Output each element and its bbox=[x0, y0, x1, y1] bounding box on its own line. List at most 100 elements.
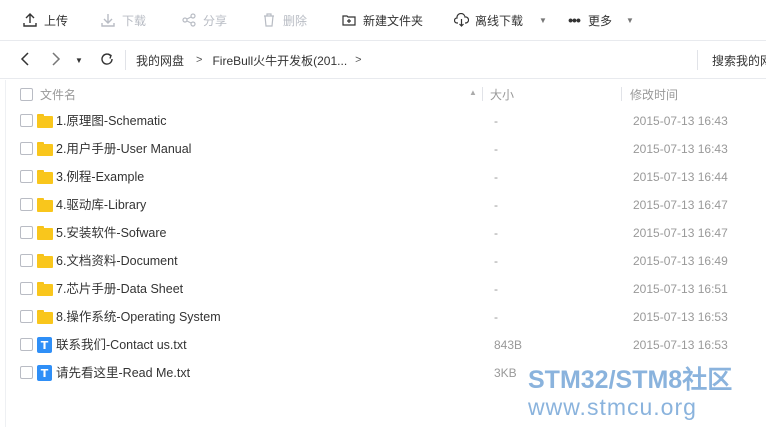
more-label: 更多 bbox=[588, 13, 613, 28]
file-name[interactable]: 7.芯片手册-Data Sheet bbox=[56, 275, 183, 303]
sort-arrow-icon[interactable]: ▲ bbox=[469, 88, 477, 97]
table-row[interactable]: T 联系我们-Contact us.txt 843B 2015-07-13 16:53 bbox=[0, 331, 766, 359]
trash-icon bbox=[261, 12, 277, 28]
folder-icon bbox=[37, 197, 53, 213]
file-name[interactable]: 请先看这里-Read Me.txt bbox=[56, 359, 190, 387]
folder-icon bbox=[37, 253, 53, 269]
file-name[interactable]: 3.例程-Example bbox=[56, 163, 144, 191]
file-modified-time: 2015-07-13 16:47 bbox=[633, 198, 728, 212]
file-name[interactable]: 4.驱动库-Library bbox=[56, 191, 146, 219]
search-input[interactable]: 搜索我的网 bbox=[712, 41, 766, 79]
file-modified-time: 2015-07-13 16:47 bbox=[633, 226, 728, 240]
delete-button[interactable]: 删除 bbox=[261, 0, 307, 40]
file-size: - bbox=[494, 310, 498, 324]
file-size: - bbox=[494, 170, 498, 184]
breadcrumb-item-root[interactable]: 我的网盘 bbox=[136, 52, 184, 69]
divider bbox=[125, 50, 126, 70]
table-row[interactable]: 7.芯片手册-Data Sheet - 2015-07-13 16:51 bbox=[0, 275, 766, 303]
caret-down-icon: ▼ bbox=[75, 55, 83, 65]
refresh-button[interactable] bbox=[100, 41, 114, 79]
row-checkbox[interactable] bbox=[20, 142, 33, 155]
file-size: 3KB bbox=[494, 366, 517, 380]
navigation-bar: ▼ 我的网盘 > FireBull火牛开发板(201... > 搜索我的网 bbox=[0, 40, 766, 79]
table-row[interactable]: 8.操作系统-Operating System - 2015-07-13 16:53 bbox=[0, 303, 766, 331]
folder-icon bbox=[37, 225, 53, 241]
breadcrumb: 我的网盘 > FireBull火牛开发板(201... > bbox=[136, 41, 362, 79]
file-size: - bbox=[494, 282, 498, 296]
folder-icon bbox=[37, 169, 53, 185]
watermark-url: www.stmcu.org bbox=[528, 394, 697, 420]
column-header-size[interactable]: 大小 bbox=[490, 80, 514, 108]
column-header-name[interactable]: 文件名 bbox=[40, 80, 76, 108]
table-row[interactable]: 2.用户手册-User Manual - 2015-07-13 16:43 bbox=[0, 135, 766, 163]
file-name[interactable]: 5.安装软件-Sofware bbox=[56, 219, 166, 247]
new-folder-label: 新建文件夹 bbox=[363, 13, 424, 28]
row-checkbox[interactable] bbox=[20, 114, 33, 127]
offline-download-button[interactable]: 离线下载 ▼ bbox=[453, 0, 547, 40]
file-modified-time: 2015-07-13 16:49 bbox=[633, 254, 728, 268]
history-dropdown[interactable]: ▼ bbox=[75, 41, 83, 79]
folder-icon bbox=[37, 113, 53, 129]
table-row[interactable]: 4.驱动库-Library - 2015-07-13 16:47 bbox=[0, 191, 766, 219]
share-icon bbox=[181, 12, 197, 28]
file-modified-time: 2015-07-13 16:53 bbox=[633, 338, 728, 352]
new-folder-button[interactable]: 新建文件夹 bbox=[341, 0, 423, 40]
file-list-header: 文件名 ▲ 大小 修改时间 bbox=[0, 80, 766, 108]
watermark-title: STM32/STM8社区 bbox=[528, 366, 733, 394]
new-folder-icon bbox=[341, 12, 357, 28]
watermark: STM32/STM8社区 www.stmcu.org bbox=[528, 365, 766, 419]
share-button[interactable]: 分享 bbox=[181, 0, 227, 40]
file-modified-time: 2015-07-13 16:53 bbox=[633, 310, 728, 324]
back-button[interactable] bbox=[20, 41, 30, 79]
more-dots-icon: ••• bbox=[568, 12, 581, 28]
divider bbox=[697, 50, 698, 70]
forward-button[interactable] bbox=[51, 41, 61, 79]
file-modified-time: 2015-07-13 16:43 bbox=[633, 114, 728, 128]
download-button[interactable]: 下载 bbox=[100, 0, 146, 40]
table-row[interactable]: 6.文档资料-Document - 2015-07-13 16:49 bbox=[0, 247, 766, 275]
file-size: 843B bbox=[494, 338, 523, 352]
file-modified-time: 2015-07-13 16:43 bbox=[633, 142, 728, 156]
chevron-down-icon[interactable]: ▼ bbox=[626, 16, 634, 25]
column-divider[interactable] bbox=[621, 87, 622, 101]
search-placeholder: 搜索我的网 bbox=[712, 53, 766, 68]
offline-download-label: 离线下载 bbox=[475, 13, 524, 28]
toolbar: 上传 下载 分享 删除 新建文件夹 离线下载 ▼ ••• 更多 ▼ bbox=[0, 0, 766, 40]
row-checkbox[interactable] bbox=[20, 170, 33, 183]
file-size: - bbox=[494, 114, 498, 128]
file-name[interactable]: 联系我们-Contact us.txt bbox=[56, 331, 187, 359]
row-checkbox[interactable] bbox=[20, 198, 33, 211]
file-size: - bbox=[494, 198, 498, 212]
table-row[interactable]: 3.例程-Example - 2015-07-13 16:44 bbox=[0, 163, 766, 191]
row-checkbox[interactable] bbox=[20, 366, 33, 379]
file-modified-time: 2015-07-13 16:51 bbox=[633, 282, 728, 296]
file-name[interactable]: 6.文档资料-Document bbox=[56, 247, 178, 275]
upload-label: 上传 bbox=[44, 13, 69, 28]
table-row[interactable]: 5.安装软件-Sofware - 2015-07-13 16:47 bbox=[0, 219, 766, 247]
folder-icon bbox=[37, 281, 53, 297]
column-header-modified[interactable]: 修改时间 bbox=[630, 80, 678, 108]
row-checkbox[interactable] bbox=[20, 226, 33, 239]
more-button[interactable]: ••• 更多 ▼ bbox=[566, 0, 634, 40]
txt-file-icon: T bbox=[37, 337, 53, 353]
file-modified-time: 2015-07-13 16:44 bbox=[633, 170, 728, 184]
breadcrumb-separator-icon: > bbox=[196, 54, 203, 66]
row-checkbox[interactable] bbox=[20, 338, 33, 351]
txt-file-icon: T bbox=[37, 365, 53, 381]
row-checkbox[interactable] bbox=[20, 254, 33, 267]
delete-label: 删除 bbox=[283, 13, 308, 28]
file-name[interactable]: 8.操作系统-Operating System bbox=[56, 303, 221, 331]
chevron-down-icon[interactable]: ▼ bbox=[539, 16, 547, 25]
file-name[interactable]: 2.用户手册-User Manual bbox=[56, 135, 191, 163]
chevron-left-icon bbox=[20, 51, 30, 69]
select-all-checkbox[interactable] bbox=[20, 80, 33, 108]
upload-button[interactable]: 上传 bbox=[22, 0, 68, 40]
breadcrumb-separator-icon: > bbox=[355, 54, 362, 66]
download-icon bbox=[100, 12, 116, 28]
row-checkbox[interactable] bbox=[20, 282, 33, 295]
table-row[interactable]: 1.原理图-Schematic - 2015-07-13 16:43 bbox=[0, 107, 766, 135]
row-checkbox[interactable] bbox=[20, 310, 33, 323]
breadcrumb-item-current[interactable]: FireBull火牛开发板(201... bbox=[212, 52, 347, 69]
file-name[interactable]: 1.原理图-Schematic bbox=[56, 107, 166, 135]
column-divider[interactable] bbox=[482, 87, 483, 101]
